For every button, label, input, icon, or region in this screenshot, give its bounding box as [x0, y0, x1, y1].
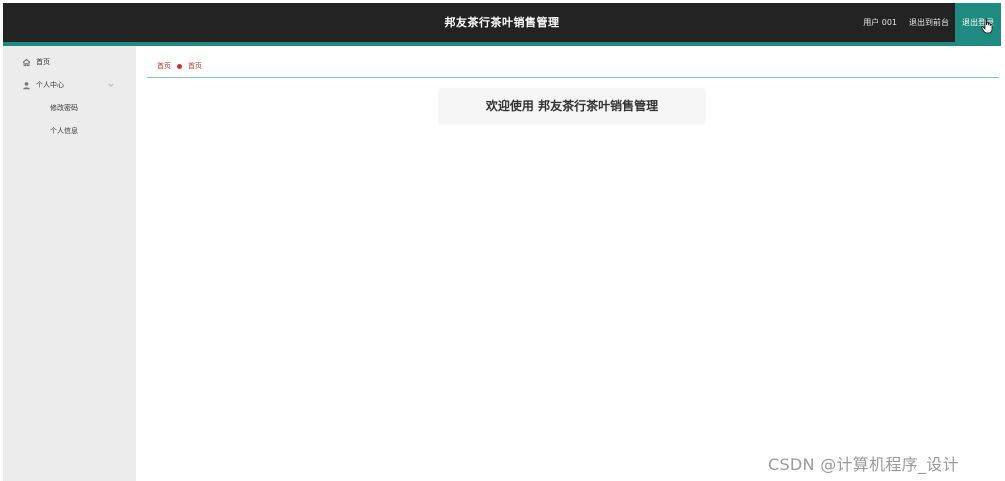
hand-cursor-icon	[981, 18, 993, 34]
user-icon	[23, 81, 30, 89]
sidebar-subitem-personal-info[interactable]: 个人信息	[3, 122, 136, 140]
top-right-actions: 用户 001 退出到前台 退出登录	[863, 3, 1001, 42]
topbar-accent-line	[3, 42, 1001, 46]
current-user-label: 用户 001	[863, 18, 897, 27]
breadcrumb-root[interactable]: 首页	[157, 61, 171, 71]
sidebar-subitem-change-password[interactable]: 修改密码	[3, 99, 136, 117]
sidebar-item-home[interactable]: 首页	[3, 52, 136, 72]
logout-button[interactable]: 退出登录	[955, 3, 1001, 42]
sidebar-item-personal-center[interactable]: 个人中心	[3, 75, 136, 95]
top-navbar: 邦友茶行茶叶销售管理 用户 001 退出到前台 退出登录	[3, 3, 1001, 42]
breadcrumb-separator-icon	[177, 63, 182, 69]
exit-to-front-link[interactable]: 退出到前台	[909, 17, 949, 28]
sidebar-item-label: 个人中心	[36, 81, 64, 89]
watermark-text: CSDN @计算机程序_设计	[768, 455, 959, 474]
sidebar-item-label: 首页	[36, 58, 50, 66]
app-title: 邦友茶行茶叶销售管理	[444, 16, 560, 29]
breadcrumb-current: 首页	[188, 62, 202, 70]
welcome-banner: 欢迎使用 邦友茶行茶叶销售管理	[438, 88, 706, 125]
sidebar: 首页 个人中心 修改密码 个人信息	[3, 46, 136, 481]
breadcrumb: 首页 首页	[157, 61, 202, 71]
breadcrumb-divider	[147, 77, 999, 78]
home-icon	[22, 58, 31, 66]
chevron-down-icon	[108, 83, 114, 87]
app-window: 邦友茶行茶叶销售管理 用户 001 退出到前台 退出登录 首页 个人中心 修改密…	[0, 0, 1005, 481]
